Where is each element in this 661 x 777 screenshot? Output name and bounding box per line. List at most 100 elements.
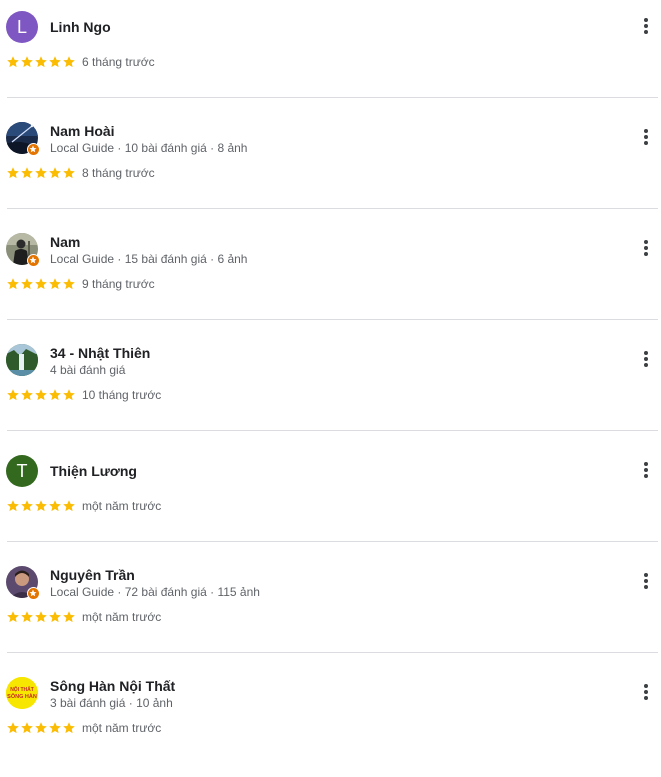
review-date: 10 tháng trước xyxy=(82,388,162,402)
local-guide-badge-icon xyxy=(27,587,40,600)
reviewer-name[interactable]: Nam xyxy=(50,234,80,250)
review-item: Nguyên Trần Local Guide · 72 bài đánh gi… xyxy=(0,555,661,666)
star-icon xyxy=(21,722,33,734)
avatar[interactable]: NỘI THẤT SÔNG HÀN xyxy=(6,677,38,709)
star-icon xyxy=(63,722,75,734)
more-options-icon[interactable] xyxy=(634,680,658,704)
star-icon xyxy=(63,56,75,68)
divider xyxy=(7,541,658,542)
vertical-dots-icon xyxy=(644,351,648,367)
star-icon xyxy=(7,722,19,734)
review-item: 34 - Nhật Thiên 4 bài đánh giá 10 tháng … xyxy=(0,333,661,444)
review-date: 9 tháng trước xyxy=(82,277,155,291)
star-rating xyxy=(6,277,76,291)
avatar[interactable]: T xyxy=(6,455,38,487)
review-item: Nam Local Guide · 15 bài đánh giá · 6 ản… xyxy=(0,222,661,333)
star-icon xyxy=(49,722,61,734)
more-options-icon[interactable] xyxy=(634,125,658,149)
review-list: L Linh Ngo 6 tháng trước Nam Hoài Local … xyxy=(0,0,661,737)
star-rating xyxy=(6,166,76,180)
review-date: 6 tháng trước xyxy=(82,55,155,69)
divider xyxy=(7,319,658,320)
divider xyxy=(7,652,658,653)
star-icon xyxy=(49,611,61,623)
vertical-dots-icon xyxy=(644,684,648,700)
star-icon xyxy=(7,278,19,290)
review-item: L Linh Ngo 6 tháng trước xyxy=(0,0,661,111)
divider xyxy=(7,430,658,431)
star-icon xyxy=(21,278,33,290)
more-options-icon[interactable] xyxy=(634,347,658,371)
star-icon xyxy=(35,278,47,290)
more-options-icon[interactable] xyxy=(634,236,658,260)
avatar-letter: T xyxy=(16,461,28,481)
star-icon xyxy=(21,500,33,512)
more-options-icon[interactable] xyxy=(634,14,658,38)
star-icon xyxy=(21,167,33,179)
star-icon xyxy=(7,389,19,401)
star-icon xyxy=(7,611,19,623)
reviewer-meta: 4 bài đánh giá xyxy=(50,363,126,377)
local-guide-badge-icon xyxy=(27,143,40,156)
divider xyxy=(7,97,658,98)
more-options-icon[interactable] xyxy=(634,458,658,482)
divider xyxy=(7,208,658,209)
reviewer-meta: 3 bài đánh giá · 10 ảnh xyxy=(50,696,173,710)
vertical-dots-icon xyxy=(644,240,648,256)
star-icon xyxy=(49,389,61,401)
svg-text:SÔNG HÀN: SÔNG HÀN xyxy=(7,692,37,700)
star-icon xyxy=(35,500,47,512)
star-icon xyxy=(21,611,33,623)
review-item: T Thiện Lương một năm trước xyxy=(0,444,661,555)
star-icon xyxy=(49,56,61,68)
star-icon xyxy=(63,500,75,512)
reviewer-name[interactable]: Sông Hàn Nội Thất xyxy=(50,678,175,694)
reviewer-name[interactable]: 34 - Nhật Thiên xyxy=(50,345,150,361)
reviewer-name[interactable]: Thiện Lương xyxy=(50,463,137,479)
review-item: NỘI THẤT SÔNG HÀN Sông Hàn Nội Thất 3 bà… xyxy=(0,666,661,777)
star-icon xyxy=(35,722,47,734)
review-date: 8 tháng trước xyxy=(82,166,155,180)
avatar[interactable]: L xyxy=(6,11,38,43)
star-rating xyxy=(6,55,76,69)
star-icon xyxy=(49,500,61,512)
avatar[interactable] xyxy=(6,122,40,156)
more-options-icon[interactable] xyxy=(634,569,658,593)
avatar[interactable] xyxy=(6,233,40,267)
star-icon xyxy=(21,56,33,68)
review-date: một năm trước xyxy=(82,610,162,624)
avatar[interactable] xyxy=(6,566,40,600)
star-icon xyxy=(49,167,61,179)
vertical-dots-icon xyxy=(644,129,648,145)
svg-text:NỘI THẤT: NỘI THẤT xyxy=(10,685,34,693)
avatar[interactable] xyxy=(6,344,38,376)
review-date: một năm trước xyxy=(82,721,162,735)
star-icon xyxy=(7,167,19,179)
star-rating xyxy=(6,388,76,402)
reviewer-name[interactable]: Linh Ngo xyxy=(50,19,111,35)
reviewer-meta: Local Guide · 72 bài đánh giá · 115 ảnh xyxy=(50,585,260,599)
review-date: một năm trước xyxy=(82,499,162,513)
review-item: Nam Hoài Local Guide · 10 bài đánh giá ·… xyxy=(0,111,661,222)
song-han-logo: NỘI THẤT SÔNG HÀN xyxy=(6,677,38,709)
star-rating xyxy=(6,610,76,624)
star-rating xyxy=(6,499,76,513)
reviewer-name[interactable]: Nguyên Trần xyxy=(50,567,135,583)
vertical-dots-icon xyxy=(644,573,648,589)
reviewer-meta: Local Guide · 15 bài đánh giá · 6 ảnh xyxy=(50,252,248,266)
reviewer-name[interactable]: Nam Hoài xyxy=(50,123,115,139)
star-icon xyxy=(49,278,61,290)
star-icon xyxy=(7,56,19,68)
avatar-letter: L xyxy=(16,17,27,37)
local-guide-badge-icon xyxy=(27,254,40,267)
star-icon xyxy=(21,389,33,401)
star-icon xyxy=(35,56,47,68)
star-icon xyxy=(35,389,47,401)
star-icon xyxy=(63,278,75,290)
star-icon xyxy=(35,611,47,623)
waterfall-photo xyxy=(6,344,38,376)
star-icon xyxy=(63,389,75,401)
vertical-dots-icon xyxy=(644,462,648,478)
star-icon xyxy=(35,167,47,179)
star-icon xyxy=(63,167,75,179)
